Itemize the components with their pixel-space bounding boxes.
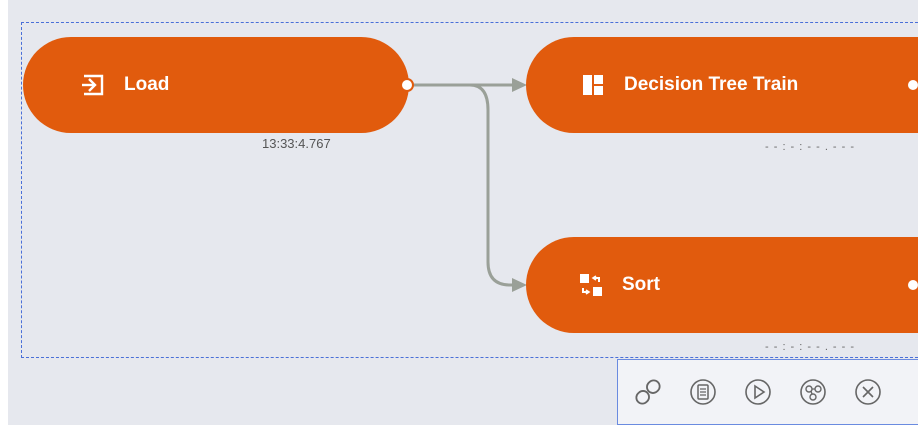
arrowhead-sort <box>512 278 527 292</box>
link-load-to-sort <box>469 83 520 287</box>
node-decision-tree-train-timestamp: - - : - : - - . - - - <box>765 141 856 153</box>
node-sort-label: Sort <box>622 274 660 295</box>
close-icon[interactable] <box>850 374 886 410</box>
node-load-output-port[interactable] <box>400 78 414 92</box>
sort-icon <box>576 270 606 300</box>
clipboard-icon[interactable] <box>685 374 721 410</box>
arrowhead-tree <box>512 78 527 92</box>
node-load[interactable]: Load <box>23 37 409 133</box>
node-sort[interactable]: Sort <box>526 237 918 333</box>
node-load-label: Load <box>124 74 170 95</box>
decision-tree-icon <box>578 70 608 100</box>
workflow-icon[interactable] <box>795 374 831 410</box>
import-icon <box>78 70 108 100</box>
node-toolbar <box>617 359 918 425</box>
node-decision-tree-train-output-port[interactable] <box>906 78 918 92</box>
link-icon[interactable] <box>630 374 666 410</box>
play-icon[interactable] <box>740 374 776 410</box>
node-sort-output-port[interactable] <box>906 278 918 292</box>
node-decision-tree-train[interactable]: Decision Tree Train <box>526 37 918 133</box>
node-sort-timestamp: - - : - : - - . - - - <box>765 341 856 353</box>
node-load-timestamp: 13:33:4.767 <box>262 136 331 151</box>
node-decision-tree-train-label: Decision Tree Train <box>624 74 799 95</box>
